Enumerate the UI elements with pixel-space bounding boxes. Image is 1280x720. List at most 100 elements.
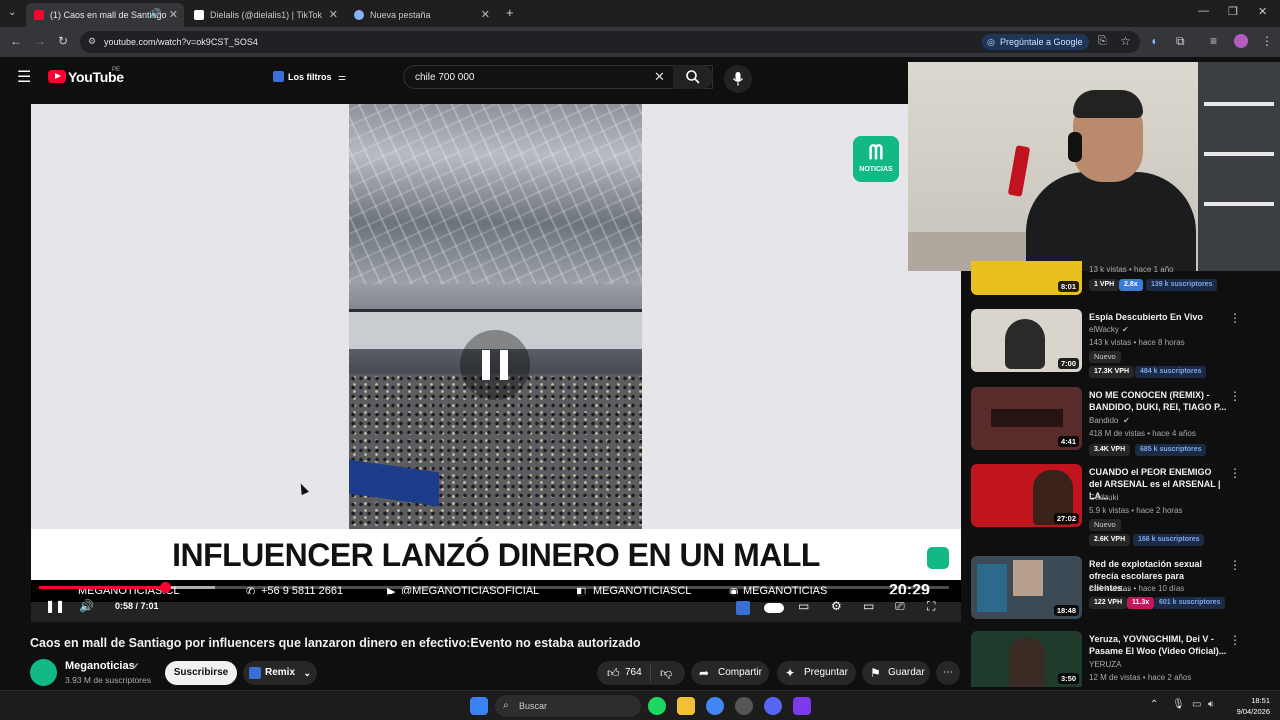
list-item[interactable]: 18:48 Red de explotación sexual ofrecía …	[971, 556, 1251, 626]
subtitles-icon[interactable]: ▭	[798, 599, 809, 613]
close-tab-icon[interactable]: ✕	[481, 8, 490, 21]
like-icon[interactable]: 👍︎	[607, 661, 620, 685]
install-icon[interactable]: ⎘	[1098, 35, 1107, 48]
vph-badge: 2.6K VPH	[1089, 534, 1131, 546]
browser-menu-icon[interactable]: ⋮	[1261, 34, 1273, 48]
share-button[interactable]: ➦ Compartir	[691, 661, 769, 685]
list-item[interactable]: 27:02 CUANDO el PEOR ENEMIGO del ARSENAL…	[971, 464, 1251, 546]
app-grid-icon[interactable]	[793, 697, 811, 715]
close-tab-icon[interactable]: ✕	[329, 8, 338, 21]
fullscreen-icon[interactable]: ⛶	[927, 599, 935, 614]
minimize-icon[interactable]: —	[1198, 5, 1209, 17]
subscribe-button[interactable]: Suscribirse	[165, 661, 237, 685]
reload-icon[interactable]: ↻	[58, 34, 68, 48]
obs-icon[interactable]	[735, 697, 753, 715]
more-options-icon[interactable]: ⋮	[1229, 311, 1241, 325]
video-player[interactable]: ᗰ NOTICIAS INFLUENCER LANZÓ DINERO EN UN…	[31, 104, 961, 622]
network-icon[interactable]: ▭	[1192, 699, 1201, 710]
more-actions-icon[interactable]: ⋯	[936, 661, 960, 685]
system-clock[interactable]: 18:51 9/04/2026	[1226, 695, 1270, 717]
extension-audio-icon[interactable]: ◖	[1150, 34, 1157, 48]
video-title[interactable]: NO ME CONOCEN (REMIX) - BANDIDO, DUKI, R…	[1089, 389, 1227, 413]
tab-new[interactable]: Nueva pestaña ✕	[346, 3, 496, 27]
extension-player-icon[interactable]	[736, 601, 750, 615]
close-window-icon[interactable]: ✕	[1258, 5, 1267, 18]
remix-button[interactable]: Remix ⌄	[243, 661, 318, 685]
video-title[interactable]: Yeruza, YOVNGCHIMI, Dei V - Pasame El Wo…	[1089, 633, 1227, 657]
center-pause-button[interactable]	[460, 330, 530, 400]
tray-overflow-icon[interactable]: ⌃	[1150, 699, 1158, 710]
cast-icon[interactable]: ⎚	[895, 599, 905, 614]
pause-button[interactable]: ❚❚	[45, 599, 65, 613]
channel-name[interactable]: Bandido	[1089, 416, 1118, 425]
url-field[interactable]: ⚙ youtube.com/watch?v=ok9CST_SOS4 ◎ Preg…	[80, 31, 1140, 53]
list-item[interactable]: 4:41 NO ME CONOCEN (REMIX) - BANDIDO, DU…	[971, 387, 1251, 457]
channel-name[interactable]: Godzuki	[1089, 493, 1118, 502]
progress-bar[interactable]	[39, 582, 949, 593]
discord-icon[interactable]	[764, 697, 782, 715]
dislike-icon[interactable]: 👎︎	[660, 661, 672, 685]
windows-start-icon[interactable]	[470, 697, 488, 715]
search-input[interactable]: chile 700 000 ✕	[403, 65, 713, 89]
more-options-icon[interactable]: ⋮	[1229, 558, 1241, 572]
url-text: youtube.com/watch?v=ok9CST_SOS4	[104, 37, 258, 47]
ratio-badge: 2.8x	[1119, 279, 1143, 291]
filters-button[interactable]: Los filtros ⚌	[266, 66, 354, 88]
scrubber-handle[interactable]	[159, 582, 171, 593]
channel-name[interactable]: elWacky	[1089, 325, 1119, 334]
channel-name[interactable]: YERUZA	[1089, 660, 1121, 669]
forward-icon[interactable]: →	[34, 34, 46, 48]
tab-youtube[interactable]: (1) Caos en mall de Santiago 🔊 ✕	[26, 3, 184, 27]
spotify-icon[interactable]	[648, 697, 666, 715]
video-thumbnail[interactable]: 3:50	[971, 631, 1082, 687]
close-tab-icon[interactable]: ✕	[169, 8, 178, 21]
autoplay-toggle[interactable]	[764, 603, 784, 613]
vph-badge: 1 VPH	[1089, 279, 1120, 291]
more-options-icon[interactable]: ⋮	[1229, 389, 1241, 403]
reading-list-icon[interactable]: ≡	[1210, 34, 1217, 48]
channel-name-main[interactable]: Meganoticias	[65, 660, 135, 672]
ask-google-label: Pregúntale a Google	[1000, 37, 1083, 47]
volume-icon[interactable]: 🔊	[79, 599, 94, 613]
extensions-icon[interactable]: ⧉	[1176, 34, 1185, 49]
save-button[interactable]: ⚑ Guardar	[862, 661, 930, 685]
volume-tray-icon[interactable]: 🔉︎	[1208, 699, 1214, 710]
video-thumbnail[interactable]: 18:48	[971, 556, 1082, 619]
clear-search-icon[interactable]: ✕	[654, 69, 665, 85]
theater-mode-icon[interactable]: ▭	[863, 599, 874, 613]
voice-search-button[interactable]	[724, 65, 752, 93]
ask-button[interactable]: ✦ Preguntar	[777, 661, 856, 685]
channel-avatar[interactable]	[30, 659, 57, 686]
site-info-icon[interactable]: ⚙	[88, 36, 96, 47]
list-item[interactable]: 8:01 13 k vistas • hace 1 año 1 VPH 2.8x…	[971, 261, 1251, 301]
more-options-icon[interactable]: ⋮	[1229, 633, 1241, 647]
restore-icon[interactable]: ❐	[1228, 5, 1238, 18]
back-icon[interactable]: ←	[10, 34, 22, 48]
list-item[interactable]: 7:00 Espía Descubierto En Vivo ⋮ elWacky…	[971, 309, 1251, 379]
taskbar-search[interactable]: ⌕ Buscar	[495, 695, 641, 717]
ask-google-button[interactable]: ◎ Pregúntale a Google	[982, 34, 1089, 50]
bookmark-star-icon[interactable]: ☆	[1120, 34, 1131, 48]
profile-avatar[interactable]	[1234, 34, 1248, 48]
hamburger-menu-icon[interactable]: ☰	[17, 67, 31, 87]
like-count[interactable]: 764	[625, 661, 642, 685]
speaker-icon[interactable]: 🔊	[150, 8, 161, 19]
video-thumbnail[interactable]: 27:02	[971, 464, 1082, 527]
list-item[interactable]: 3:50 Yeruza, YOVNGCHIMI, Dei V - Pasame …	[971, 631, 1251, 691]
settings-gear-icon[interactable]: ⚙	[831, 599, 842, 613]
search-button[interactable]	[673, 65, 713, 89]
webcam-person-hair	[1073, 90, 1143, 118]
new-tab-icon[interactable]: +	[506, 5, 514, 20]
tab-tiktok[interactable]: Dielalis (@dielalis1) | TikTok ✕	[186, 3, 344, 27]
video-title[interactable]: Espía Descubierto En Vivo	[1089, 311, 1227, 323]
video-thumbnail[interactable]: 7:00	[971, 309, 1082, 372]
tray-mic-icon[interactable]: 🎙︎	[1172, 699, 1185, 710]
video-meta: 418 M de vistas • hace 4 años	[1089, 429, 1196, 438]
video-thumbnail[interactable]: 4:41	[971, 387, 1082, 450]
file-explorer-icon[interactable]	[677, 697, 695, 715]
more-options-icon[interactable]: ⋮	[1229, 466, 1241, 480]
video-thumbnail[interactable]: 8:01	[971, 261, 1082, 295]
chrome-icon[interactable]	[706, 697, 724, 715]
sparkle-icon: ✦	[785, 666, 796, 680]
tab-list-icon[interactable]: ⌄	[8, 7, 16, 18]
